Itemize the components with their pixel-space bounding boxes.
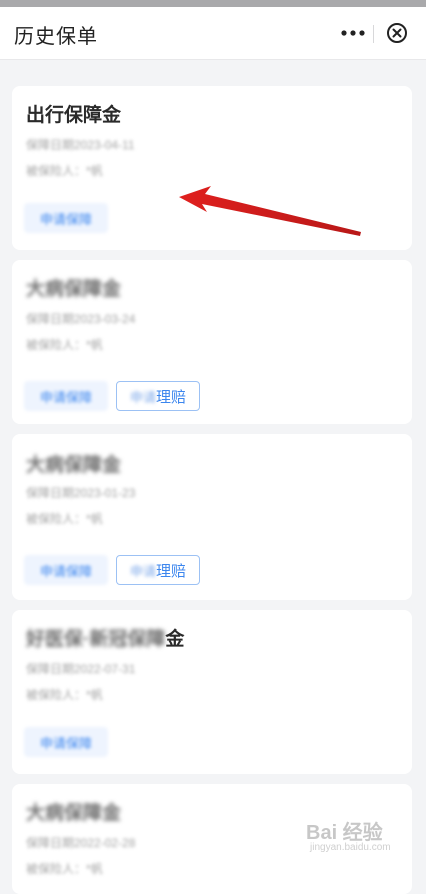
policy-insured: 被保险人：*帆 [26,512,103,526]
claim-label-hidden: 申请 [129,389,156,405]
policy-insured: 被保险人：*帆 [26,338,103,352]
policy-date: 保障日期2022-07-31 [26,662,136,676]
annotation-arrow-icon [179,186,361,236]
watermark: Bai 经验 jingyan.baidu.com [306,816,416,862]
policy-name: 好医保·新冠保障金 [26,624,184,651]
close-circle-icon [387,23,407,43]
policy-card[interactable]: 大病保障金 保障日期2023-01-23 被保险人：*帆 申请保障 申请 理赔 [12,434,412,600]
more-menu-button[interactable] [334,21,372,45]
policy-insured: 被保险人：*帆 [26,688,103,702]
apply-protection-button[interactable]: 申请保障 [24,381,108,411]
policy-card[interactable]: 好医保·新冠保障金 保障日期2022-07-31 被保险人：*帆 申请保障 [12,610,412,774]
apply-protection-button[interactable]: 申请保障 [24,203,108,233]
policy-name-visible: 金 [165,629,185,650]
watermark-text: Bai 经验 [306,822,383,844]
policy-date: 保障日期2022-02-28 [26,836,136,850]
claim-label: 理赔 [156,388,187,406]
apply-claim-button[interactable]: 申请 理赔 [116,381,200,411]
policy-date: 保障日期2023-01-23 [26,486,136,500]
policy-name: 大病保障金 [26,803,122,824]
more-dots-icon [341,30,365,36]
watermark-sub: jingyan.baidu.com [310,842,391,853]
claim-label: 理赔 [156,562,187,580]
policy-insured: 被保险人：*帆 [26,164,103,178]
status-strip [0,0,426,7]
policy-date: 保障日期2023-04-11 [26,138,135,152]
apply-protection-button[interactable]: 申请保障 [24,555,108,585]
policy-card[interactable]: 大病保障金 保障日期2023-03-24 被保险人：*帆 申请保障 申请 理赔 [12,260,412,424]
apply-protection-button[interactable]: 申请保障 [24,727,108,757]
app-header: 历史保单 [0,7,426,60]
policy-date: 保障日期2023-03-24 [26,312,136,326]
claim-label-hidden: 申请 [129,563,156,579]
header-separator [373,25,374,43]
apply-claim-button[interactable]: 申请 理赔 [116,555,200,585]
page-title: 历史保单 [14,26,98,48]
policy-name-hidden: 好医保·新冠保障 [26,629,166,650]
policy-insured: 被保险人：*帆 [26,862,103,876]
policy-name: 出行保障金 [26,105,122,126]
policy-name: 大病保障金 [26,279,122,300]
close-button[interactable] [384,20,410,46]
policy-name: 大病保障金 [26,455,122,476]
